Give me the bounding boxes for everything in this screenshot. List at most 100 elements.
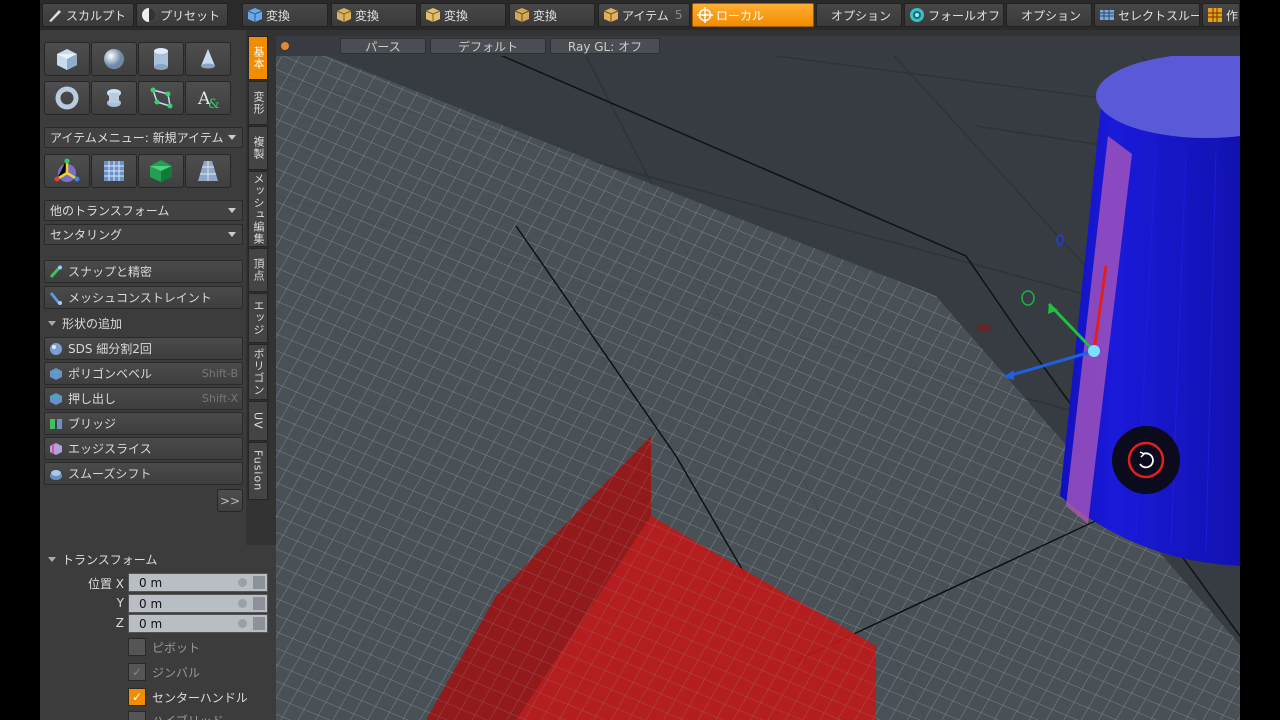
tab-polygon[interactable]: ポリゴン	[248, 344, 268, 400]
transform-uniform-button[interactable]: 変換	[509, 3, 595, 27]
mesh-cube-button[interactable]	[138, 154, 184, 188]
keyframe-dot-icon[interactable]	[238, 619, 247, 628]
keyframe-dot-icon[interactable]	[238, 578, 247, 587]
preset-icon	[142, 8, 156, 22]
crosshair-icon	[697, 7, 713, 23]
position-z-label: Z	[115, 616, 124, 630]
bevel-cube-icon	[50, 367, 62, 380]
sds-icon	[50, 342, 62, 355]
hybrid-checkbox[interactable]	[128, 711, 146, 720]
gimbal-option[interactable]: ✓ ジンバル	[128, 662, 200, 682]
viewport-menu-dot-icon[interactable]	[281, 42, 289, 50]
cone-primitive-button[interactable]	[185, 42, 231, 76]
edge-slice-icon	[50, 442, 62, 455]
mesh-grid-button[interactable]	[91, 154, 137, 188]
extrude-button[interactable]: 押し出し Shift-X	[44, 387, 243, 410]
constraint-icon	[49, 291, 62, 305]
tab-duplicate[interactable]: 複製	[248, 126, 268, 170]
torus-icon	[55, 86, 79, 110]
item-mode-button[interactable]: アイテム 5	[598, 3, 690, 27]
position-z-field[interactable]: 0 m	[128, 614, 268, 633]
preset-button[interactable]: プリセット	[136, 3, 228, 27]
shading-button[interactable]: デフォルト	[430, 38, 546, 54]
bridge-icon	[50, 418, 62, 429]
center-handle-checkbox[interactable]: ✓	[128, 688, 146, 706]
transform-section-header[interactable]: トランスフォーム	[44, 549, 268, 569]
tab-edge[interactable]: エッジ	[248, 293, 268, 343]
item-menu-dropdown[interactable]: アイテムメニュー: 新規アイテム	[44, 127, 243, 148]
keyframe-dot-icon[interactable]	[238, 599, 247, 608]
tab-vertex[interactable]: 頂点	[248, 248, 268, 292]
tab-uv[interactable]: UV	[248, 401, 268, 441]
sphere-icon	[104, 49, 124, 69]
text-primitive-button[interactable]: A &	[185, 81, 231, 115]
options-button-1[interactable]: オプション	[816, 3, 902, 27]
polygon-bevel-button[interactable]: ポリゴンベベル Shift-B	[44, 362, 243, 385]
tab-fusion[interactable]: Fusion	[248, 442, 268, 500]
item-cube-icon	[603, 8, 619, 22]
other-transform-dropdown[interactable]: 他のトランスフォーム	[44, 200, 243, 221]
pen-primitive-button[interactable]	[138, 81, 184, 115]
position-y-field[interactable]: 0 m	[128, 594, 268, 613]
vertical-tab-strip: 基本 変形 複製 メッシュ編集 頂点 エッジ ポリゴン UV Fusion	[247, 36, 269, 500]
transform-move-button[interactable]: 変換	[242, 3, 328, 27]
work-plane-button[interactable]: 作	[1202, 3, 1240, 27]
falloff-button[interactable]: フォールオフ	[904, 3, 1004, 27]
cube-scale-icon	[425, 8, 441, 22]
snap-precision-button[interactable]: スナップと精密	[44, 260, 243, 283]
pivot-option[interactable]: ピボット	[128, 637, 200, 657]
raygl-button[interactable]: Ray GL: オフ	[550, 38, 660, 54]
centering-dropdown[interactable]: センタリング	[44, 224, 243, 245]
brush-icon	[49, 10, 61, 22]
locator-button[interactable]	[44, 154, 90, 188]
select-through-button[interactable]: セレクトスルー	[1094, 3, 1200, 27]
tab-deform[interactable]: 変形	[248, 81, 268, 125]
cylinder-icon	[154, 48, 168, 70]
transform-rotate-button[interactable]: 変換	[331, 3, 417, 27]
chevron-down-icon	[228, 208, 236, 213]
options-button-2[interactable]: オプション	[1006, 3, 1092, 27]
pen-icon	[150, 87, 173, 109]
cube-primitive-button[interactable]	[44, 42, 90, 76]
rotate-handle-icon[interactable]	[1112, 426, 1180, 494]
extrude-cube-icon	[50, 392, 62, 405]
falloff-icon	[910, 8, 924, 22]
cube-rotate-icon	[336, 8, 352, 22]
spinner-arrows-icon[interactable]	[253, 597, 265, 610]
center-handle-option[interactable]: ✓ センターハンドル	[128, 687, 248, 707]
smooth-shift-button[interactable]: スムーズシフト	[44, 462, 243, 485]
viewport-scene[interactable]	[276, 36, 1240, 720]
pivot-checkbox[interactable]	[128, 638, 146, 656]
transform-scale-button[interactable]: 変換	[420, 3, 506, 27]
tab-mesh-edit[interactable]: メッシュ編集	[248, 171, 268, 247]
gimbal-checkbox[interactable]: ✓	[128, 663, 146, 681]
select-through-icon	[1100, 10, 1114, 20]
plane-button[interactable]	[185, 154, 231, 188]
spinner-arrows-icon[interactable]	[253, 576, 265, 589]
sds-subdivide-button[interactable]: SDS 細分割2回	[44, 337, 243, 360]
bridge-button[interactable]: ブリッジ	[44, 412, 243, 435]
tab-basic[interactable]: 基本	[248, 36, 268, 80]
hybrid-option[interactable]: ハイブリッド	[128, 710, 224, 720]
mesh-grid-icon	[104, 161, 124, 181]
spinner-arrows-icon[interactable]	[253, 617, 265, 630]
collapse-triangle-icon	[48, 320, 56, 326]
local-button[interactable]: ローカル	[692, 3, 814, 27]
sphere-primitive-button[interactable]	[91, 42, 137, 76]
modo-app-window: スカルプト プリセット 変換 変換 変換 変換 アイテム 5 ローカル オプショ…	[40, 0, 1240, 720]
edge-slice-button[interactable]: エッジスライス	[44, 437, 243, 460]
sculpt-button[interactable]: スカルプト	[42, 3, 134, 27]
mesh-constraint-button[interactable]: メッシュコンストレイント	[44, 286, 243, 309]
cube-transform-icon	[514, 8, 530, 22]
add-shape-section-header[interactable]: 形状の追加	[44, 313, 243, 333]
more-tools-button[interactable]: >>	[217, 489, 243, 512]
tool-panel: A & アイテムメニュー: 新規アイテム 他のトランスフォーム センタリング スナ…	[40, 30, 246, 545]
green-cube-icon	[150, 160, 172, 182]
view-mode-button[interactable]: パース	[340, 38, 426, 54]
capsule-primitive-button[interactable]	[91, 81, 137, 115]
3d-viewport[interactable]: パース デフォルト Ray GL: オフ	[276, 36, 1240, 720]
position-x-field[interactable]: 0 m	[128, 573, 268, 592]
torus-primitive-button[interactable]	[44, 81, 90, 115]
cylinder-primitive-button[interactable]	[138, 42, 184, 76]
collapse-triangle-icon	[48, 556, 56, 562]
